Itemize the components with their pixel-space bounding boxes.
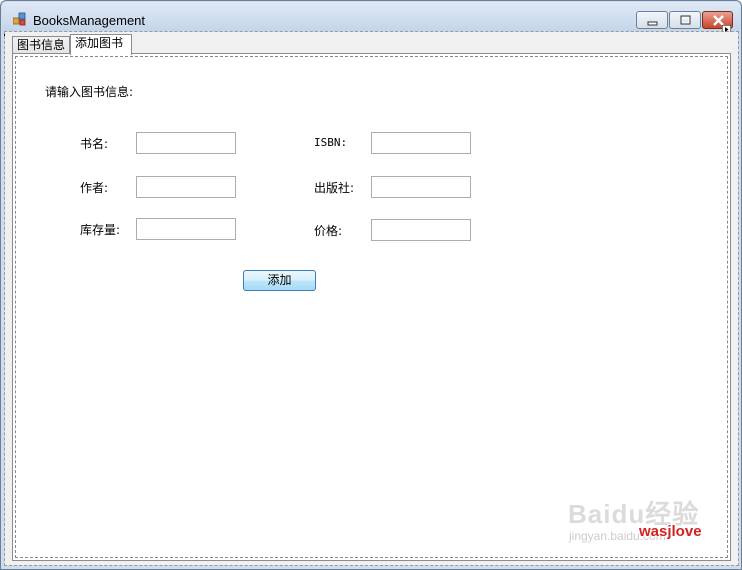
title-input[interactable]	[136, 132, 236, 154]
isbn-label: ISBN:	[314, 136, 348, 149]
tab-panel-add-book: 请输入图书信息: 书名: ISBN: 作者: 出版社: 库存量: 价格: 添加	[12, 53, 731, 561]
stock-input[interactable]	[136, 218, 236, 240]
publisher-label: 出版社:	[314, 181, 355, 195]
add-button[interactable]: 添加	[243, 270, 316, 291]
maximize-button[interactable]	[669, 11, 701, 29]
publisher-input[interactable]	[371, 176, 471, 198]
author-input[interactable]	[136, 176, 236, 198]
tab-add-book[interactable]: 添加图书	[70, 34, 132, 55]
minimize-icon	[647, 21, 658, 26]
watermark-user: wasjlove	[639, 523, 702, 540]
minimize-button[interactable]	[636, 11, 668, 29]
price-input[interactable]	[371, 219, 471, 241]
isbn-input[interactable]	[371, 132, 471, 154]
form-prompt: 请输入图书信息:	[45, 85, 134, 99]
title-bar[interactable]: BooksManagement	[2, 2, 740, 31]
maximize-icon	[680, 15, 691, 25]
price-label: 价格:	[314, 224, 343, 238]
app-icon	[13, 12, 26, 26]
author-label: 作者:	[80, 181, 109, 195]
tab-book-info[interactable]: 图书信息	[12, 36, 70, 54]
stock-label: 库存量:	[80, 223, 121, 237]
app-window: BooksManagement 图书信息 添加图书 请输入图书信息: 书名: I…	[0, 0, 742, 570]
title-label: 书名:	[80, 137, 109, 151]
client-area: 图书信息 添加图书 请输入图书信息: 书名: ISBN: 作者: 出版社: 库存…	[4, 31, 739, 566]
window-title: BooksManagement	[33, 13, 146, 28]
